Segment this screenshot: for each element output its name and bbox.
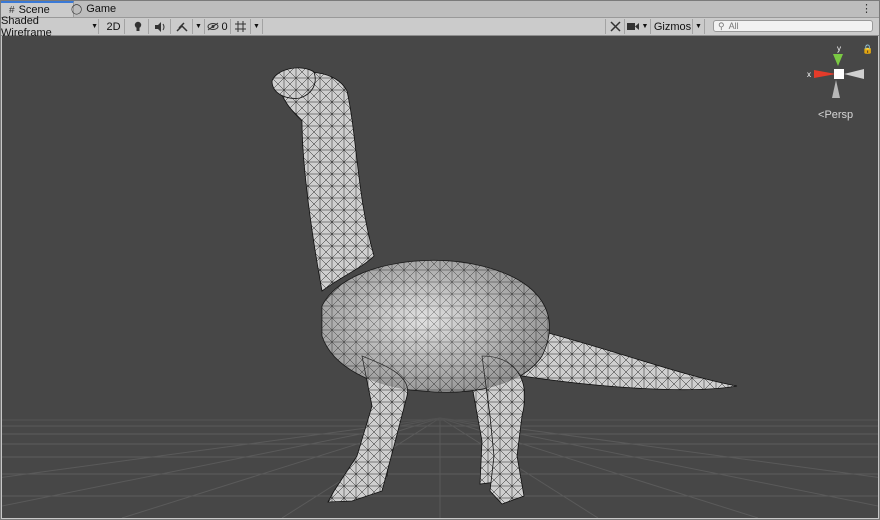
search-input[interactable]: ⚲ All <box>713 20 873 32</box>
lock-icon[interactable]: 🔒 <box>862 44 873 55</box>
gizmos-label: Gizmos <box>653 20 692 33</box>
caret-down-icon: ▼ <box>253 23 260 30</box>
ground-grid <box>2 67 878 518</box>
search-placeholder: All <box>728 21 739 31</box>
caret-down-icon: ▼ <box>695 23 702 30</box>
tab-game-label: Game <box>86 3 117 15</box>
camera-icon <box>626 23 639 30</box>
audio-toggle[interactable] <box>149 19 171 34</box>
scene-viewport[interactable]: y x 🔒 <Persp <box>2 36 878 518</box>
more-options-icon[interactable]: ⋮ <box>861 2 872 15</box>
grid-toggle[interactable] <box>231 19 251 34</box>
scene-visibility-toggle[interactable]: 0 <box>205 19 231 34</box>
scene-window: # Scene ◯ Game ⋮ Shaded Wireframe ▼ 2D ▼ <box>0 0 880 520</box>
tab-strip: # Scene ◯ Game ⋮ <box>1 1 879 18</box>
grid-snap-icon <box>235 21 246 32</box>
caret-down-icon: ▼ <box>91 23 98 30</box>
gamepad-icon: ◯ <box>71 3 83 15</box>
speaker-icon <box>154 21 164 32</box>
x-axis-cone[interactable] <box>814 70 836 78</box>
search-icon: ⚲ <box>718 20 725 31</box>
lighting-toggle[interactable] <box>127 19 149 34</box>
hidden-count: 0 <box>221 20 228 33</box>
neg-x-axis-cone[interactable] <box>844 69 864 79</box>
caret-down-icon: ▼ <box>641 23 649 30</box>
lightbulb-icon <box>134 21 141 31</box>
brachiosaurus-mesh[interactable] <box>271 67 738 505</box>
grid-dropdown[interactable]: ▼ <box>251 19 263 34</box>
projection-label: Persp <box>824 109 854 121</box>
toggle-2d-button[interactable]: 2D <box>103 19 125 34</box>
toggle-2d-label: 2D <box>106 20 121 33</box>
y-axis-label: y <box>837 44 841 53</box>
center-cube[interactable] <box>834 69 844 79</box>
shading-mode-label: Shaded Wireframe <box>1 14 52 39</box>
shading-mode-dropdown[interactable]: Shaded Wireframe ▼ <box>1 15 99 39</box>
camera-settings-button[interactable]: ▼ <box>625 19 651 34</box>
tools-button[interactable] <box>605 19 625 34</box>
projection-toggle[interactable]: <Persp <box>818 109 853 121</box>
effects-dropdown[interactable]: ▼ <box>193 19 205 34</box>
scene-toolbar: Shaded Wireframe ▼ 2D ▼ 0 ▼ ▼ Gizmos ▼ ⚲… <box>1 15 879 39</box>
x-axis-label: x <box>807 70 811 79</box>
y-axis-cone[interactable] <box>833 54 843 66</box>
hidden-eye-icon <box>207 22 219 31</box>
tools-icon <box>609 21 621 32</box>
effects-icon <box>175 21 188 32</box>
neg-y-axis-cone[interactable] <box>832 80 840 98</box>
gizmos-dropdown[interactable]: ▼ <box>693 19 705 34</box>
gizmos-button[interactable]: Gizmos <box>653 19 693 34</box>
effects-toggle[interactable] <box>171 19 193 34</box>
caret-down-icon: ▼ <box>195 23 202 30</box>
